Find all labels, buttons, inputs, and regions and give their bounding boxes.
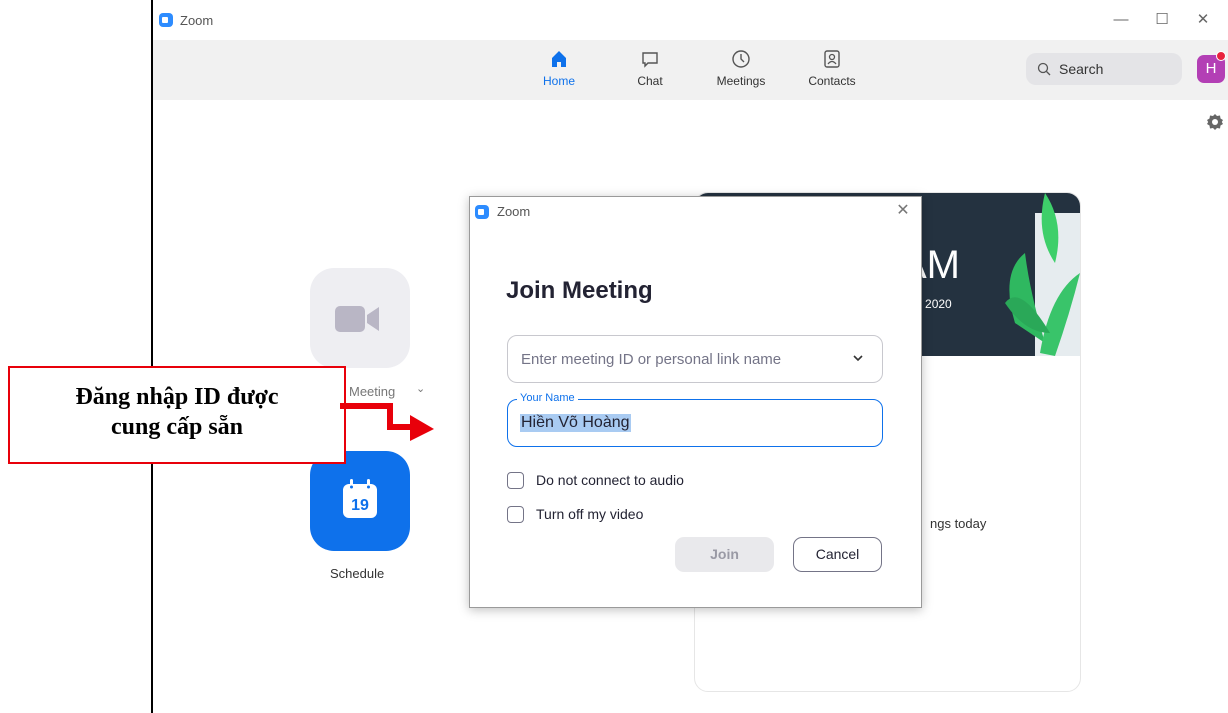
join-button[interactable]: Join bbox=[675, 537, 774, 572]
dialog-title: Zoom bbox=[497, 204, 531, 219]
no-audio-label: Do not connect to audio bbox=[536, 472, 684, 488]
name-field-label: Your Name bbox=[517, 392, 578, 404]
no-video-label: Turn off my video bbox=[536, 506, 644, 522]
home-icon bbox=[552, 51, 566, 67]
calendar-icon: 19 bbox=[343, 479, 377, 518]
search-input[interactable]: Search bbox=[1026, 53, 1182, 85]
annotation-line-1: Đăng nhập ID được bbox=[75, 384, 279, 410]
new-meeting-button[interactable] bbox=[310, 268, 410, 368]
title-bar: Zoom — ☐ ✕ bbox=[153, 0, 1228, 40]
checkbox-icon[interactable] bbox=[507, 506, 524, 523]
tab-contacts[interactable]: Contacts bbox=[792, 48, 872, 88]
search-label: Search bbox=[1059, 61, 1104, 77]
chevron-down-icon[interactable] bbox=[851, 351, 865, 365]
calendar-day: 19 bbox=[351, 497, 369, 514]
maximize-icon[interactable]: ☐ bbox=[1150, 8, 1174, 32]
tab-meetings[interactable]: Meetings bbox=[701, 48, 781, 88]
window-title: Zoom bbox=[180, 13, 214, 28]
name-field-value[interactable]: Hiền Võ Hoàng bbox=[520, 414, 631, 432]
chat-icon bbox=[642, 52, 658, 68]
cancel-button[interactable]: Cancel bbox=[793, 537, 882, 572]
annotation-text: Đăng nhập ID được cung cấp sẵn bbox=[10, 382, 344, 442]
search-icon bbox=[1037, 62, 1051, 76]
top-nav: Home Chat Meetings Contacts Search H bbox=[153, 40, 1228, 100]
schedule-button[interactable]: 19 bbox=[310, 451, 410, 551]
video-camera-icon bbox=[335, 306, 379, 332]
gear-icon[interactable] bbox=[1205, 112, 1225, 132]
checkbox-icon[interactable] bbox=[507, 472, 524, 489]
no-meetings-text: ngs today bbox=[930, 516, 987, 531]
contacts-icon bbox=[824, 50, 840, 68]
close-icon[interactable]: ✕ bbox=[892, 200, 914, 222]
zoom-logo-icon bbox=[159, 13, 173, 27]
tab-home-label: Home bbox=[542, 74, 575, 88]
schedule-label: Schedule bbox=[330, 566, 385, 581]
close-window-icon[interactable]: ✕ bbox=[1191, 8, 1215, 32]
plant-illustration bbox=[1005, 193, 1080, 356]
meeting-id-input[interactable]: Enter meeting ID or personal link name bbox=[507, 335, 883, 383]
meeting-id-placeholder: Enter meeting ID or personal link name bbox=[521, 351, 782, 368]
chevron-down-icon[interactable]: ⌄ bbox=[416, 382, 425, 395]
tab-contacts-label: Contacts bbox=[808, 74, 856, 88]
zoom-logo-icon bbox=[475, 205, 489, 219]
tab-chat-label: Chat bbox=[637, 74, 663, 88]
name-field[interactable]: Your Name Hiền Võ Hoàng bbox=[507, 392, 883, 447]
dialog-heading: Join Meeting bbox=[506, 277, 653, 304]
tab-meetings-label: Meetings bbox=[716, 74, 766, 88]
join-meeting-dialog: Zoom ✕ Join Meeting Enter meeting ID or … bbox=[469, 196, 922, 608]
tab-home[interactable]: Home bbox=[519, 48, 599, 88]
annotation-line-2: cung cấp sẵn bbox=[110, 414, 244, 440]
clock-icon bbox=[732, 50, 750, 68]
annotation-arrow-icon bbox=[340, 403, 434, 441]
tab-chat[interactable]: Chat bbox=[610, 48, 690, 88]
minimize-icon[interactable]: — bbox=[1109, 8, 1133, 32]
notification-dot bbox=[1216, 51, 1226, 61]
annotation-callout: Đăng nhập ID được cung cấp sẵn bbox=[8, 366, 346, 464]
